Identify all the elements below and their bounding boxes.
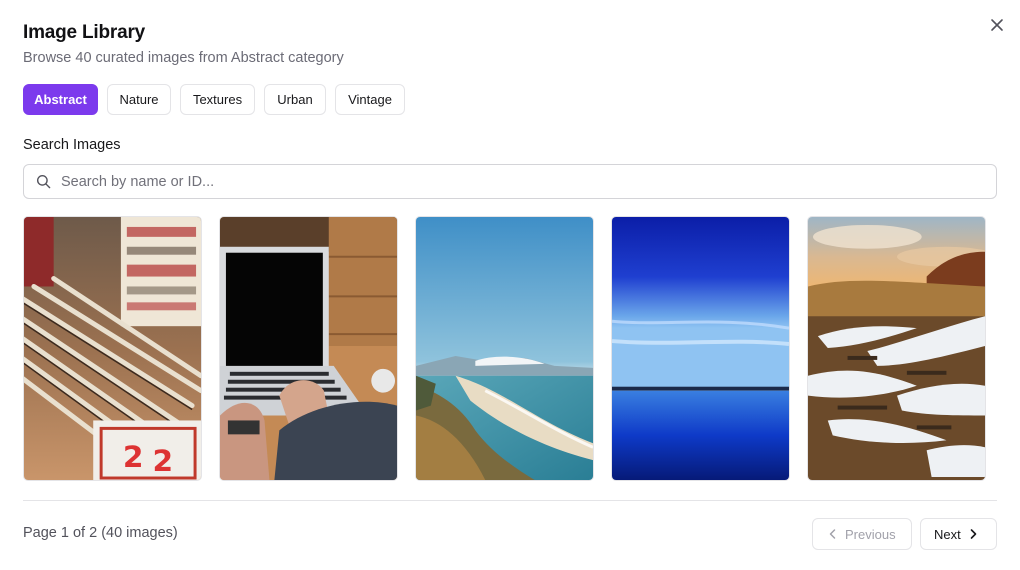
category-tabs: Abstract Nature Textures Urban Vintage — [23, 84, 405, 115]
dialog-title: Image Library — [23, 22, 146, 43]
image-thumbnail — [416, 217, 593, 480]
image-tile[interactable] — [611, 216, 790, 481]
close-icon — [991, 19, 1003, 31]
search-icon — [36, 174, 51, 189]
close-button[interactable] — [986, 14, 1008, 36]
category-textures-button[interactable]: Textures — [180, 84, 255, 115]
pagination-info: Page 1 of 2 (40 images) — [23, 525, 178, 541]
dialog-subtitle: Browse 40 curated images from Abstract c… — [23, 50, 344, 66]
chevron-right-icon — [970, 529, 977, 539]
pagination-controls: Previous Next — [812, 518, 997, 550]
previous-page-label: Previous — [845, 526, 896, 542]
image-tile[interactable] — [219, 216, 398, 481]
next-page-label: Next — [934, 526, 961, 542]
image-tile[interactable] — [807, 216, 986, 481]
next-page-button[interactable]: Next — [920, 518, 997, 550]
image-thumbnail — [808, 217, 985, 480]
category-abstract-button[interactable]: Abstract — [23, 84, 98, 115]
image-thumbnail — [220, 217, 397, 480]
category-nature-button[interactable]: Nature — [107, 84, 171, 115]
search-field[interactable] — [23, 164, 997, 199]
image-thumbnail — [612, 217, 789, 480]
search-input[interactable] — [61, 173, 961, 190]
previous-page-button[interactable]: Previous — [812, 518, 912, 550]
image-grid: 2 2 — [23, 216, 986, 481]
svg-text:2: 2 — [123, 440, 144, 475]
category-vintage-button[interactable]: Vintage — [335, 84, 405, 115]
category-urban-button[interactable]: Urban — [264, 84, 326, 115]
image-thumbnail: 2 2 — [24, 217, 201, 480]
image-tile[interactable] — [415, 216, 594, 481]
image-library-dialog: Image Library Browse 40 curated images f… — [0, 0, 1020, 570]
image-tile[interactable]: 2 2 — [23, 216, 202, 481]
search-label: Search Images — [23, 137, 121, 153]
svg-text:2: 2 — [153, 444, 174, 479]
footer-divider — [23, 500, 997, 501]
chevron-left-icon — [829, 529, 836, 539]
